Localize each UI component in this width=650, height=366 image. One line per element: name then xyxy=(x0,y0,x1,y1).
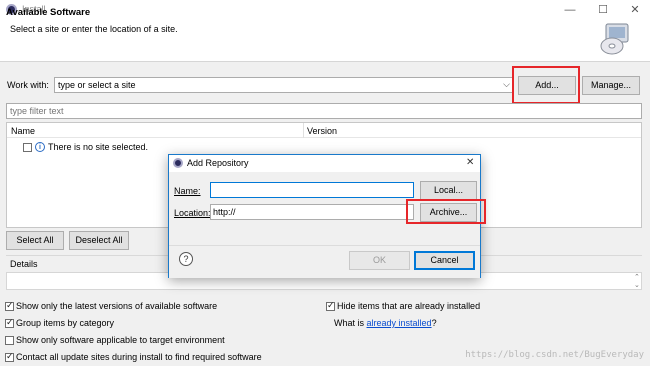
name-input[interactable] xyxy=(210,182,414,198)
latest-versions-label: Show only the latest versions of availab… xyxy=(16,301,218,311)
ok-button[interactable]: OK xyxy=(349,251,410,270)
group-by-category-checkbox[interactable] xyxy=(5,317,14,328)
target-env-label: Show only software applicable to target … xyxy=(16,335,225,345)
work-with-label: Work with: xyxy=(7,80,49,90)
latest-versions-checkbox[interactable] xyxy=(5,300,14,311)
minimize-button[interactable]: — xyxy=(562,2,578,18)
help-icon[interactable]: ? xyxy=(179,252,193,266)
maximize-button[interactable]: ☐ xyxy=(595,2,611,18)
manage-sites-button[interactable]: Manage... xyxy=(582,76,640,95)
window-titlebar xyxy=(0,0,650,20)
select-all-button[interactable]: Select All xyxy=(6,231,64,250)
highlight-box-archive xyxy=(406,199,486,224)
column-header-version[interactable]: Version xyxy=(307,126,337,136)
tree-item-checkbox[interactable] xyxy=(23,143,32,152)
column-divider xyxy=(303,123,304,138)
watermark-text: https://blog.csdn.net/BugEveryday xyxy=(465,350,644,360)
chevron-down-icon[interactable]: ⌵ xyxy=(503,79,510,90)
what-is-installed-text: What is already installed? xyxy=(334,318,437,328)
hide-installed-label: Hide items that are already installed xyxy=(337,301,481,311)
contact-sites-label: Contact all update sites during install … xyxy=(16,352,262,362)
location-label: Location: xyxy=(174,208,211,218)
dialog-close-button[interactable]: ✕ xyxy=(466,157,474,168)
hide-installed-checkbox[interactable] xyxy=(326,300,335,311)
what-is-prefix: What is xyxy=(334,318,367,328)
column-header-name[interactable]: Name xyxy=(11,126,35,136)
name-label: Name: xyxy=(174,186,201,196)
filter-input[interactable] xyxy=(6,103,642,119)
cancel-button[interactable]: Cancel xyxy=(414,251,475,270)
highlight-box-add xyxy=(512,66,580,104)
scroll-up-icon[interactable]: ⌃ xyxy=(634,273,640,281)
tree-message: There is no site selected. xyxy=(48,142,149,152)
contact-sites-checkbox[interactable] xyxy=(5,351,14,362)
work-with-combo[interactable]: type or select a site ⌵ xyxy=(54,77,514,93)
info-icon: i xyxy=(35,142,45,152)
close-window-button[interactable]: ✕ xyxy=(627,2,643,18)
details-label: Details xyxy=(10,259,38,269)
what-is-suffix: ? xyxy=(431,318,437,328)
local-button[interactable]: Local... xyxy=(420,181,477,200)
target-env-checkbox[interactable] xyxy=(5,336,14,345)
already-installed-link[interactable]: already installed xyxy=(367,318,432,328)
dialog-title: Add Repository xyxy=(187,158,249,168)
dialog-app-icon xyxy=(173,158,183,168)
software-cd-icon xyxy=(600,23,629,55)
page-subtitle: Select a site or enter the location of a… xyxy=(10,24,178,34)
group-by-category-label: Group items by category xyxy=(16,318,115,328)
location-input[interactable] xyxy=(210,204,414,220)
work-with-value: type or select a site xyxy=(58,80,136,90)
scroll-down-icon[interactable]: ⌄ xyxy=(634,281,640,289)
page-title: Available Software xyxy=(6,7,91,18)
deselect-all-button[interactable]: Deselect All xyxy=(69,231,129,250)
